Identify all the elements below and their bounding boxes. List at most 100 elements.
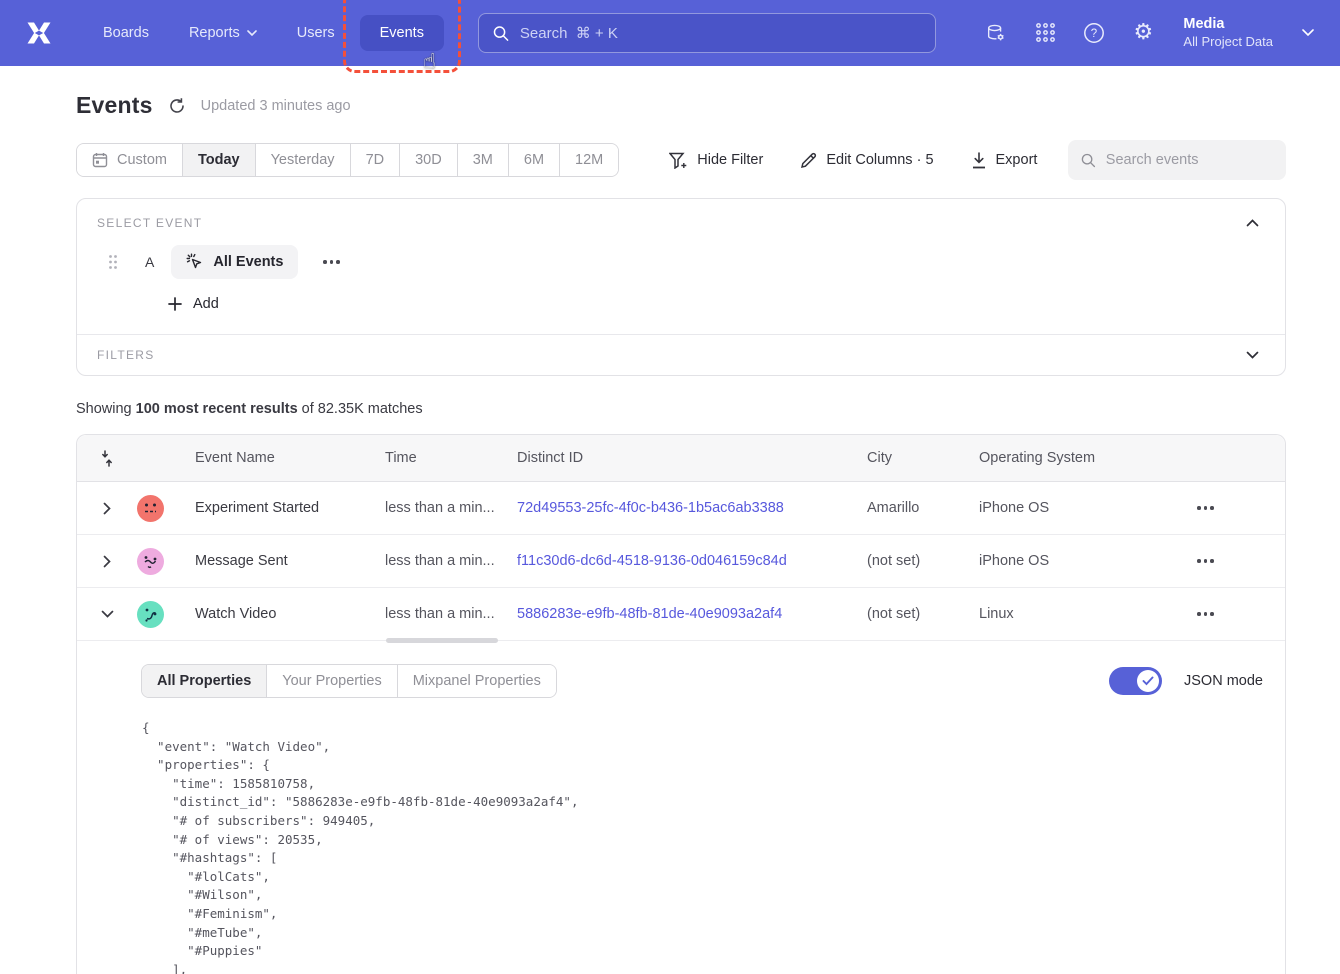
table-row[interactable]: Message Sent less than a min... f11c30d6…: [77, 535, 1285, 588]
project-switcher[interactable]: Media All Project Data: [1183, 15, 1273, 51]
nav-item-label: Events: [380, 25, 424, 41]
updated-timestamp: Updated 3 minutes ago: [201, 98, 351, 114]
column-header-event-name[interactable]: Event Name: [183, 450, 373, 466]
event-city: (not set): [855, 606, 967, 622]
column-header-distinct-id[interactable]: Distinct ID: [505, 450, 855, 466]
distinct-id-link[interactable]: 72d49553-25fc-4f0c-b436-1b5ac6ab3388: [505, 500, 855, 516]
expand-filters-button[interactable]: [1240, 349, 1265, 361]
event-name: Watch Video: [183, 606, 373, 622]
nav-item-users[interactable]: Users: [282, 15, 350, 51]
row-more-options-button[interactable]: [1157, 612, 1285, 616]
drag-handle-icon[interactable]: [108, 254, 118, 270]
date-range-3m[interactable]: 3M: [457, 144, 508, 176]
collapse-section-button[interactable]: [1240, 217, 1265, 229]
table-row-expanded[interactable]: Watch Video less than a min... 5886283e-…: [77, 588, 1285, 641]
table-header-row: Event Name Time Distinct ID City Operati…: [77, 435, 1285, 482]
horizontal-scrollbar-thumb[interactable]: [386, 638, 498, 643]
json-mode-label: JSON mode: [1184, 673, 1263, 689]
tab-all-properties[interactable]: All Properties: [142, 665, 266, 697]
toggle-knob: [1137, 670, 1159, 692]
date-range-30d[interactable]: 30D: [399, 144, 457, 176]
date-range-6m[interactable]: 6M: [508, 144, 559, 176]
nav-item-label: Reports: [189, 25, 240, 41]
nav-item-boards[interactable]: Boards: [88, 15, 164, 51]
global-search[interactable]: [478, 13, 936, 53]
event-json-preview: { "event": "Watch Video", "properties": …: [142, 719, 1267, 974]
distinct-id-link[interactable]: 5886283e-e9fb-48fb-81de-40e9093a2af4: [505, 606, 855, 622]
chevron-up-icon: [1246, 219, 1259, 227]
project-name: Media: [1183, 15, 1273, 34]
apps-grid-icon[interactable]: [1034, 22, 1056, 44]
pencil-icon: [800, 152, 817, 169]
filter-funnel-icon: [669, 152, 688, 169]
event-avatar: [137, 495, 164, 522]
plus-icon: [168, 297, 182, 311]
refresh-icon[interactable]: [168, 97, 186, 115]
expand-row-button[interactable]: [77, 502, 137, 515]
filters-label: FILTERS: [97, 348, 155, 362]
event-selector-pill[interactable]: All Events: [171, 245, 298, 279]
download-icon: [971, 152, 987, 169]
event-time: less than a min...: [373, 500, 505, 517]
event-os: iPhone OS: [967, 500, 1157, 516]
data-management-icon[interactable]: [985, 22, 1007, 44]
click-cursor-icon: [186, 253, 204, 271]
help-icon[interactable]: ?: [1083, 22, 1105, 44]
search-icon: [493, 25, 509, 42]
tab-your-properties[interactable]: Your Properties: [266, 665, 396, 697]
column-header-os[interactable]: Operating System: [967, 450, 1157, 466]
tab-mixpanel-properties[interactable]: Mixpanel Properties: [397, 665, 556, 697]
svg-text:?: ?: [1091, 28, 1097, 40]
date-range-12m[interactable]: 12M: [559, 144, 618, 176]
settings-gear-icon[interactable]: ⚙: [1132, 22, 1154, 44]
event-os: Linux: [967, 606, 1157, 622]
collapse-row-button[interactable]: [77, 610, 137, 618]
chevron-down-icon: [1302, 29, 1314, 36]
step-letter: A: [145, 254, 154, 270]
hide-filter-button[interactable]: Hide Filter: [669, 152, 763, 169]
chevron-down-icon: [247, 30, 257, 36]
column-header-time[interactable]: Time: [373, 450, 505, 466]
check-icon: [1142, 676, 1154, 686]
select-event-label: SELECT EVENT: [97, 216, 202, 230]
search-events-input[interactable]: [1106, 152, 1273, 168]
table-row[interactable]: Experiment Started less than a min... 72…: [77, 482, 1285, 535]
nav-item-label: Boards: [103, 25, 149, 41]
date-range-7d[interactable]: 7D: [350, 144, 400, 176]
row-more-options-button[interactable]: [1157, 559, 1285, 563]
events-table: Event Name Time Distinct ID City Operati…: [76, 434, 1286, 974]
mixpanel-logo-icon[interactable]: [26, 21, 52, 45]
distinct-id-link[interactable]: f11c30d6-dc6d-4518-9136-0d046159c84d: [505, 553, 855, 569]
sort-button[interactable]: [77, 450, 137, 467]
event-name: Message Sent: [183, 553, 373, 569]
nav-item-label: Users: [297, 25, 335, 41]
event-city: (not set): [855, 553, 967, 569]
project-scope: All Project Data: [1183, 34, 1273, 51]
edit-columns-button[interactable]: Edit Columns · 5: [800, 152, 933, 169]
date-range-yesterday[interactable]: Yesterday: [255, 144, 350, 176]
chevron-down-icon: [101, 610, 114, 618]
chevron-down-icon: [1246, 351, 1259, 359]
nav-item-events[interactable]: Events: [360, 15, 444, 51]
event-name: Experiment Started: [183, 500, 373, 516]
date-range-today[interactable]: Today: [182, 144, 255, 176]
global-search-input[interactable]: [520, 25, 921, 42]
row-more-options-button[interactable]: [1157, 506, 1285, 510]
results-summary: Showing 100 most recent results of 82.35…: [76, 401, 1286, 417]
expand-row-button[interactable]: [77, 555, 137, 568]
search-events-box[interactable]: [1068, 140, 1286, 180]
column-header-city[interactable]: City: [855, 450, 967, 466]
query-builder-card: SELECT EVENT A: [76, 198, 1286, 376]
top-navbar: Boards Reports Users Events ☝: [0, 0, 1340, 66]
chevron-right-icon: [103, 502, 111, 515]
add-event-button[interactable]: Add: [168, 296, 219, 312]
nav-item-reports[interactable]: Reports: [174, 15, 272, 51]
date-range-custom[interactable]: Custom: [77, 144, 182, 176]
calendar-icon: [92, 152, 108, 168]
properties-tabs: All Properties Your Properties Mixpanel …: [141, 664, 557, 698]
export-button[interactable]: Export: [971, 152, 1038, 169]
event-time: less than a min...: [373, 553, 505, 570]
event-more-options-button[interactable]: [317, 254, 346, 270]
json-mode-toggle[interactable]: [1109, 667, 1162, 695]
event-time: less than a min...: [373, 606, 505, 623]
